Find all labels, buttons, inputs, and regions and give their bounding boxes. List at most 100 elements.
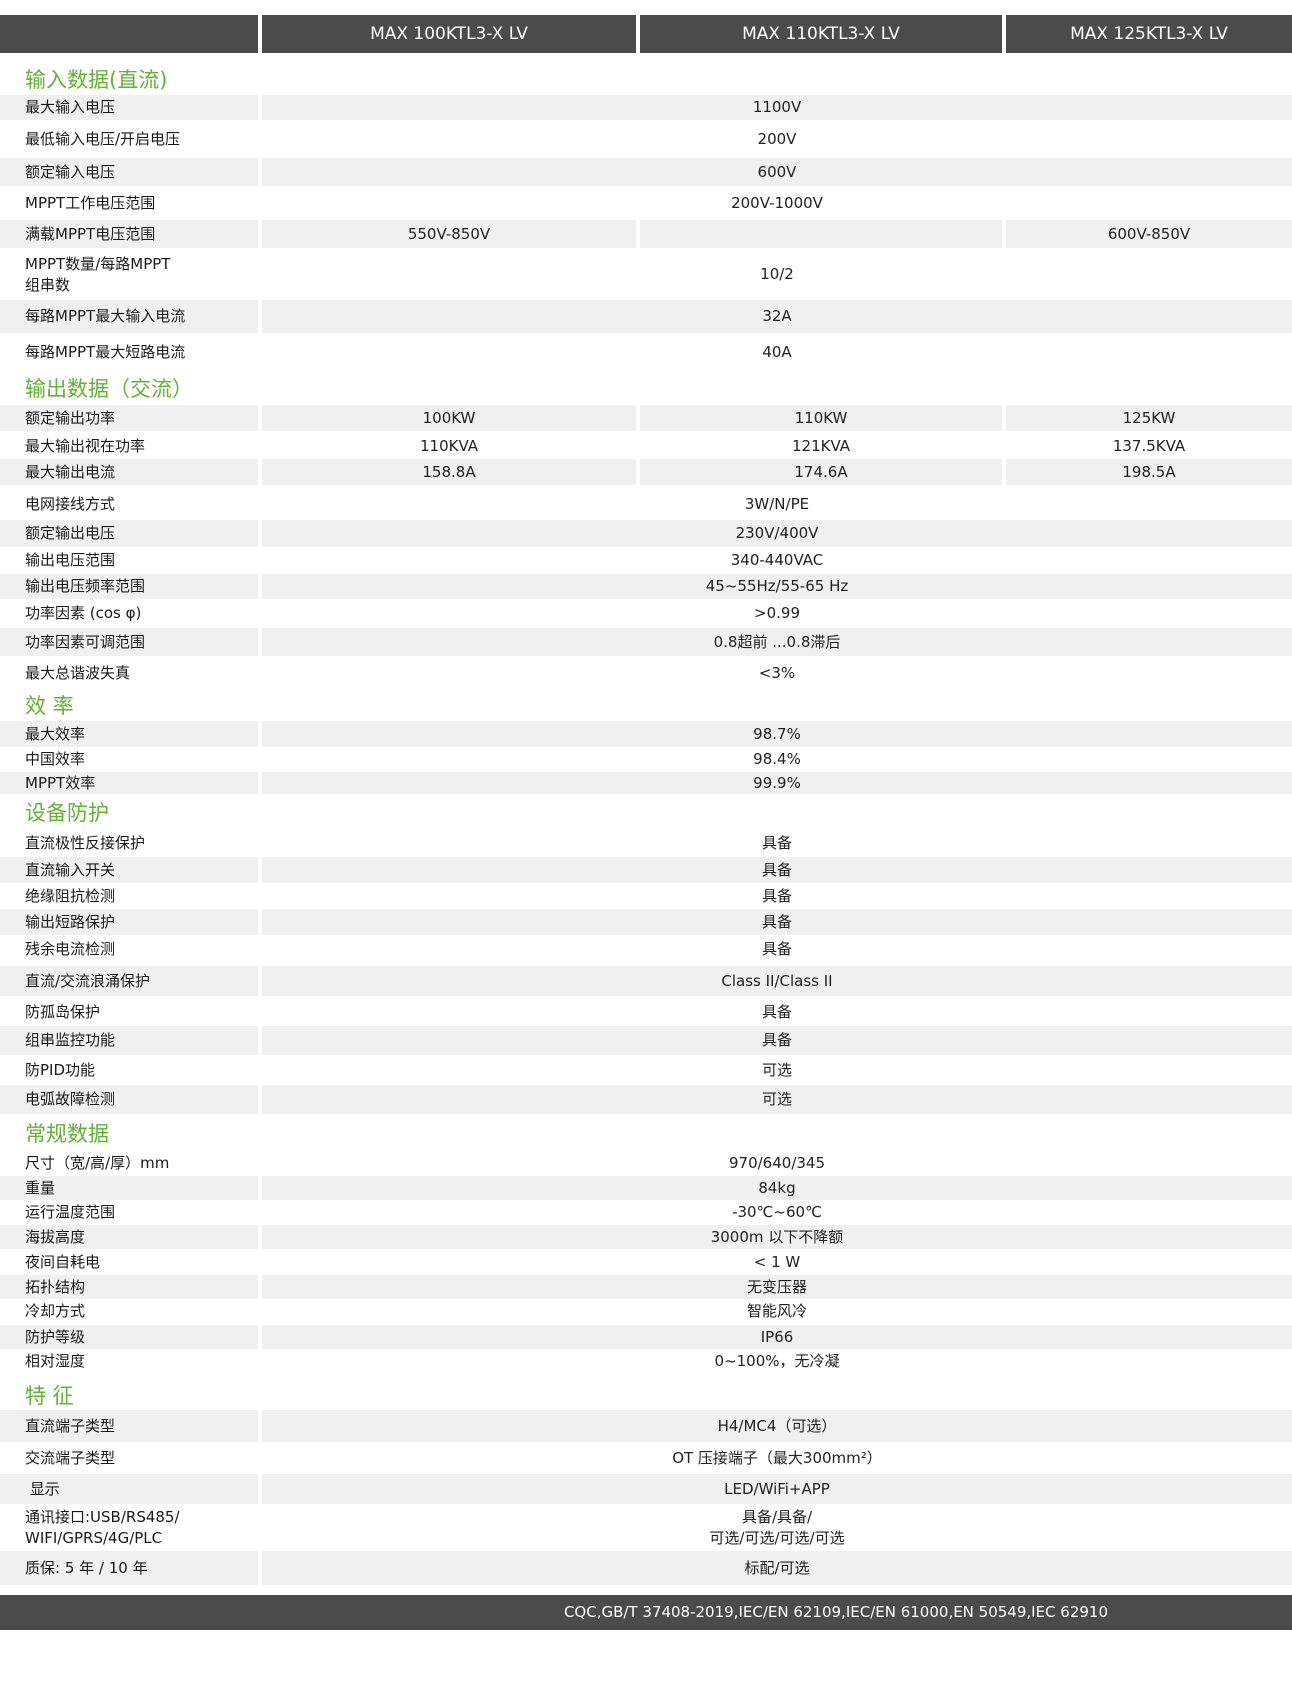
spec-value: >0.99 <box>754 603 800 622</box>
spec-value: 174.6A <box>640 459 1002 485</box>
spec-row: 每路MPPT最大输入电流 32A <box>0 300 1292 333</box>
spec-value: 550V-850V <box>262 220 636 248</box>
spec-value: 具备 <box>262 1026 1292 1055</box>
spec-label: 功率因素可调范围 <box>0 628 258 656</box>
section-title: 特 征 <box>25 1384 74 1408</box>
spec-value: 标配/可选 <box>262 1551 1292 1585</box>
spec-row: MPPT工作电压范围 200V-1000V <box>0 190 1292 217</box>
spec-label: 输出短路保护 <box>0 909 258 935</box>
spec-label: 最大效率 <box>0 721 258 747</box>
spec-label: 重量 <box>0 1176 258 1200</box>
spec-row: MPPT效率 99.9% <box>0 772 1292 794</box>
spec-label: 每路MPPT最大输入电流 <box>0 300 258 333</box>
spec-row: 电网接线方式 3W/N/PE <box>0 491 1292 518</box>
spec-value: 具备 <box>262 909 1292 935</box>
spec-label: 最大总谐波失真 <box>25 664 131 682</box>
spec-label: 防PID功能 <box>25 1060 96 1079</box>
spec-label: 直流/交流浪涌保护 <box>0 966 258 996</box>
spec-value: 121KVA <box>791 436 851 455</box>
spec-value: 32A <box>262 300 1292 333</box>
spec-row: 额定输入电压 600V <box>0 158 1292 186</box>
spec-row: 防孤岛保护 具备 <box>0 997 1292 1027</box>
spec-row: 额定输出电压 230V/400V <box>0 520 1292 547</box>
spec-row: 重量 84kg <box>0 1176 1292 1200</box>
spec-row: 满载MPPT电压范围 550V-850V 600V-850V <box>0 220 1292 248</box>
spec-row: 每路MPPT最大短路电流 40A <box>0 336 1292 368</box>
spec-label: 直流极性反接保护 <box>25 833 146 852</box>
spec-value: 110KW <box>640 405 1002 431</box>
spec-value: 具备 <box>761 833 792 852</box>
spec-value: 98.4% <box>753 749 801 768</box>
spec-row: 夜间自耗电 < 1 W <box>0 1250 1292 1275</box>
spec-value: 3000m 以下不降额 <box>262 1225 1292 1249</box>
spec-row: 最低输入电压/开启电压 200V <box>0 125 1292 154</box>
spec-row: 直流端子类型 H4/MC4（可选） <box>0 1410 1292 1442</box>
section-title: 效 率 <box>25 694 74 718</box>
spec-row: 直流输入开关 具备 <box>0 857 1292 883</box>
spec-row: 电弧故障检测 可选 <box>0 1085 1292 1114</box>
spec-value: <3% <box>758 664 796 682</box>
spec-row: 最大总谐波失真 <3% <box>0 659 1292 688</box>
spec-row: 相对湿度 0~100%，无冷凝 <box>0 1349 1292 1374</box>
spec-row: 中国效率 98.4% <box>0 747 1292 771</box>
spec-row: MPPT数量/每路MPPT 组串数 10/2 <box>0 251 1292 298</box>
spec-row: 冷却方式 智能风冷 <box>0 1299 1292 1324</box>
spec-label: 直流输入开关 <box>0 857 258 883</box>
table-header: MAX 100KTL3-X LV MAX 110KTL3-X LV MAX 12… <box>0 15 1292 53</box>
spec-row: 交流端子类型 OT 压接端子（最大300mm²） <box>0 1443 1292 1474</box>
spec-value <box>640 220 1002 248</box>
spec-value: H4/MC4（可选） <box>262 1410 1292 1442</box>
spec-label: 额定输入电压 <box>0 158 258 186</box>
section-title: 输入数据(直流) <box>25 68 168 92</box>
spec-label: 绝缘阻抗检测 <box>25 886 116 905</box>
spec-label: 最大输出电流 <box>0 459 258 485</box>
spec-row: 绝缘阻抗检测 具备 <box>0 883 1292 909</box>
spec-value: 125KW <box>1006 405 1292 431</box>
spec-value: 99.9% <box>262 772 1292 794</box>
spec-label: 输出电压频率范围 <box>0 574 258 599</box>
spec-value: 可选 <box>262 1085 1292 1114</box>
spec-label: 最大输出视在功率 <box>25 436 146 455</box>
spec-value: 具备 <box>262 857 1292 883</box>
spec-row: 尺寸（宽/高/厚）mm 970/640/345 <box>0 1150 1292 1176</box>
spec-value: 158.8A <box>262 459 636 485</box>
spec-label: MPPT效率 <box>0 772 258 794</box>
spec-value: 110KVA <box>419 436 479 455</box>
spec-row: 最大输出电流 158.8A 174.6A 198.5A <box>0 459 1292 485</box>
spec-value: 84kg <box>262 1176 1292 1200</box>
spec-label: 中国效率 <box>25 749 86 768</box>
spec-row: 最大输出视在功率 110KVA 121KVA 137.5KVA <box>0 433 1292 459</box>
spec-row: 最大效率 98.7% <box>0 721 1292 747</box>
spec-label: 拓扑结构 <box>0 1275 258 1299</box>
spec-value: 600V <box>262 158 1292 186</box>
spec-value: 40A <box>762 342 792 361</box>
spec-row: 防护等级 IP66 <box>0 1325 1292 1349</box>
spec-row: 通讯接口:USB/RS485/ WIFI/GPRS/4G/PLC 具备/具备/ 可… <box>0 1506 1292 1550</box>
spec-label: 相对湿度 <box>25 1352 86 1370</box>
spec-label: 最低输入电压/开启电压 <box>25 130 181 148</box>
spec-row: 直流极性反接保护 具备 <box>0 829 1292 857</box>
spec-value: 具备 <box>761 886 792 905</box>
spec-label: 防护等级 <box>0 1325 258 1349</box>
spec-label: 功率因素 (cos φ) <box>25 603 142 622</box>
spec-value: 无变压器 <box>262 1275 1292 1299</box>
spec-label: 最大输入电压 <box>0 95 258 120</box>
spec-value: 1100V <box>262 95 1292 120</box>
certification-text: CQC,GB/T 37408-2019,IEC/EN 62109,IEC/EN … <box>563 1603 1109 1621</box>
spec-row: 输出电压范围 340-440VAC <box>0 548 1292 573</box>
spec-label: 输出电压范围 <box>25 551 116 569</box>
spec-row: 功率因素 (cos φ) >0.99 <box>0 600 1292 626</box>
spec-label: 防孤岛保护 <box>25 1002 101 1021</box>
spec-label: 残余电流检测 <box>25 939 116 958</box>
spec-label: 电弧故障检测 <box>0 1085 258 1114</box>
spec-value: IP66 <box>262 1325 1292 1349</box>
spec-value: 10/2 <box>760 265 794 283</box>
spec-label: 每路MPPT最大短路电流 <box>25 342 186 361</box>
spec-value: 600V-850V <box>1006 220 1292 248</box>
model-column-header: MAX 110KTL3-X LV <box>640 15 1002 53</box>
spec-row: 组串监控功能 具备 <box>0 1026 1292 1055</box>
spec-label: MPPT数量/每路MPPT 组串数 <box>25 254 171 294</box>
spec-value: 0~100%，无冷凝 <box>714 1352 840 1370</box>
spec-label: 电网接线方式 <box>25 495 116 513</box>
spec-value: 0.8超前 ...0.8滞后 <box>262 628 1292 656</box>
